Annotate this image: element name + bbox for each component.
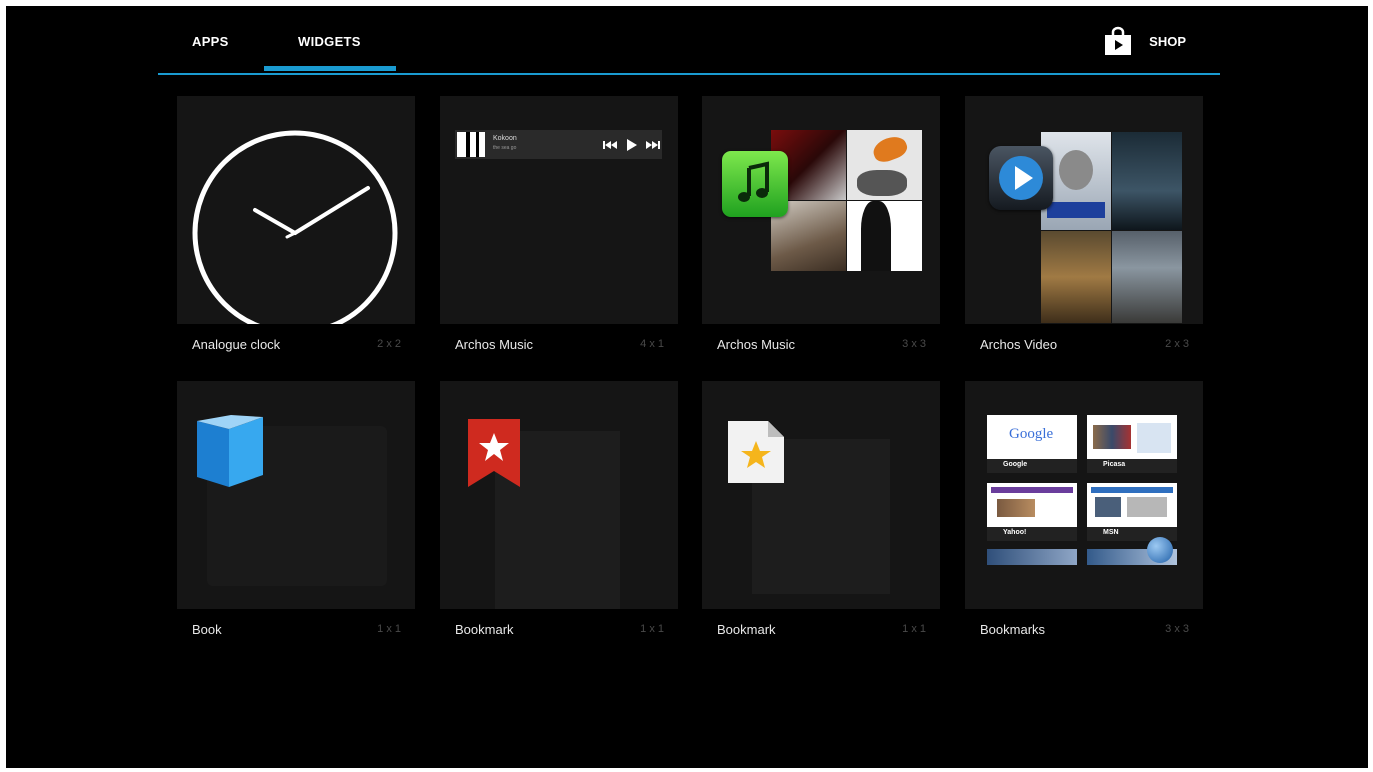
site-name: Picasa <box>1103 461 1126 468</box>
widget-dims: 3 x 3 <box>1165 623 1189 635</box>
active-tab-indicator <box>264 66 396 71</box>
album-art <box>457 132 485 157</box>
analog-clock-icon <box>192 130 398 324</box>
widget-dims: 3 x 3 <box>902 338 926 350</box>
globe-icon <box>1147 537 1173 563</box>
widget-name: Archos Video <box>980 337 1058 352</box>
music-note-icon <box>722 151 788 217</box>
widget-card-archos-video[interactable]: Archos Video 2 x 3 <box>965 96 1203 358</box>
bookmark-thumb-yahoo[interactable]: Yahoo! <box>987 483 1077 541</box>
bookmarks-grid-icon: Google Google Picasa Yahoo! MSN <box>987 415 1179 575</box>
tab-apps[interactable]: APPS <box>192 34 229 49</box>
widget-dims: 4 x 1 <box>640 338 664 350</box>
movie-poster-2 <box>1112 132 1182 230</box>
bookmark-thumb-partial <box>987 549 1077 565</box>
movie-poster-4 <box>1112 231 1182 323</box>
widget-preview <box>702 96 940 324</box>
widget-dims: 1 x 1 <box>377 623 401 635</box>
bookmark-thumb-google[interactable]: Google Google <box>987 415 1077 473</box>
widget-preview <box>965 96 1203 324</box>
bookmark-thumb-picasa[interactable]: Picasa <box>1087 415 1177 473</box>
widget-preview <box>177 381 415 609</box>
widget-card-archos-music-grid[interactable]: Archos Music 3 x 3 <box>702 96 940 358</box>
widget-name: Bookmarks <box>980 622 1046 637</box>
site-name: MSN <box>1103 529 1119 536</box>
widget-card-bookmark-file[interactable]: Bookmark 1 x 1 <box>702 381 940 643</box>
bookmark-ribbon-icon <box>468 419 520 487</box>
widget-name: Archos Music <box>717 337 796 352</box>
tab-widgets[interactable]: WIDGETS <box>298 34 361 49</box>
widget-name: Book <box>192 622 222 637</box>
shop-label: SHOP <box>1149 33 1186 49</box>
widget-name: Bookmark <box>717 622 776 637</box>
widget-card-bookmarks[interactable]: Google Google Picasa Yahoo! MSN Bookmark… <box>965 381 1203 643</box>
widget-card-book[interactable]: Book 1 x 1 <box>177 381 415 643</box>
shop-bag-icon <box>1105 26 1132 55</box>
widget-card-analogue-clock[interactable]: Analogue clock 2 x 2 <box>177 96 415 358</box>
widget-dims: 2 x 3 <box>1165 338 1189 350</box>
launcher-screen: APPS WIDGETS SHOP Analogue clock 2 x 2 K… <box>6 6 1368 768</box>
book-icon <box>197 415 263 487</box>
site-name: Yahoo! <box>1003 529 1027 536</box>
track-subtitle: the sea go <box>493 145 517 151</box>
widget-card-bookmark-ribbon[interactable]: Bookmark 1 x 1 <box>440 381 678 643</box>
widget-preview <box>177 96 415 324</box>
widget-name: Archos Music <box>455 337 534 352</box>
video-play-icon <box>989 146 1053 210</box>
album-cover-4 <box>847 201 922 271</box>
widget-name: Bookmark <box>455 622 514 637</box>
widget-name: Analogue clock <box>192 337 281 352</box>
widget-dims: 1 x 1 <box>902 623 926 635</box>
widget-preview: Kokoon the sea go <box>440 96 678 324</box>
album-cover-2 <box>847 130 922 200</box>
previous-track-icon[interactable] <box>603 140 617 150</box>
movie-poster-3 <box>1041 231 1111 323</box>
google-logo: Google <box>1009 426 1054 442</box>
tab-bar: APPS WIDGETS SHOP <box>158 6 1220 75</box>
widget-dims: 1 x 1 <box>640 623 664 635</box>
bookmark-thumb-msn[interactable]: MSN <box>1087 483 1177 541</box>
widget-preview <box>440 381 678 609</box>
widget-card-archos-music-bar[interactable]: Kokoon the sea go Archos Music 4 x 1 <box>440 96 678 358</box>
next-track-icon[interactable] <box>646 140 660 150</box>
bookmark-file-icon <box>728 421 784 483</box>
site-name: Google <box>1003 461 1028 468</box>
widget-preview: Google Google Picasa Yahoo! MSN <box>965 381 1203 609</box>
widget-dims: 2 x 2 <box>377 338 401 350</box>
play-icon[interactable] <box>627 139 637 151</box>
shop-button[interactable]: SHOP <box>1103 26 1186 56</box>
widget-preview <box>702 381 940 609</box>
music-player-bar-icon: Kokoon the sea go <box>455 130 662 159</box>
track-title: Kokoon <box>493 135 517 142</box>
